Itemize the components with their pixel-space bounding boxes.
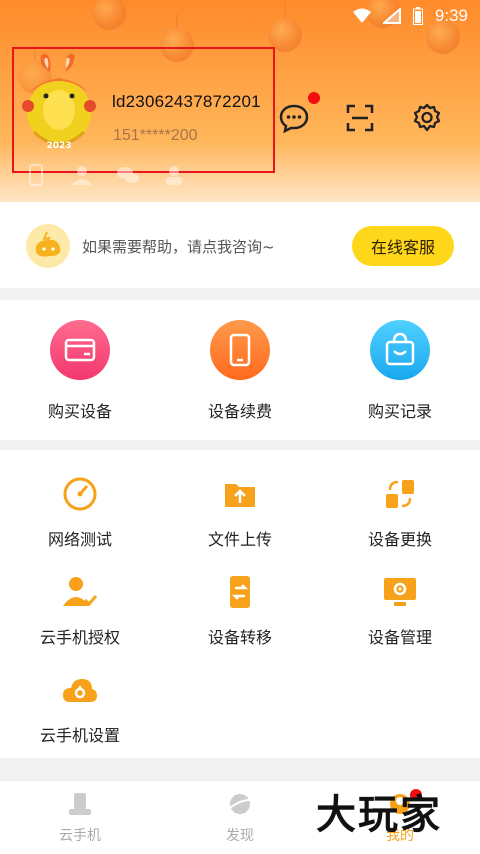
purchase-record-label: 购买记录 — [367, 402, 432, 421]
scan-button[interactable] — [344, 102, 376, 134]
file-upload-item[interactable]: 文件上传 — [160, 476, 320, 550]
cloud-phone-auth-label: 云手机授权 — [39, 628, 120, 647]
device-transfer-item[interactable]: 设备转移 — [160, 574, 320, 648]
cloud-phone-settings-item[interactable]: 云手机设置 — [0, 672, 160, 746]
planet-icon — [227, 791, 253, 817]
renew-device-label: 设备续费 — [207, 402, 272, 421]
monitor-gear-icon — [382, 574, 418, 610]
purchase-section: 购买设备 设备续费 购买记录 — [0, 300, 480, 440]
device-replace-item[interactable]: 设备更换 — [320, 476, 480, 550]
tab-cloud-phone[interactable]: 云手机 — [0, 791, 160, 845]
battery-icon — [412, 7, 423, 25]
user-id: ld23062437872201 — [112, 92, 261, 111]
swap-icon — [382, 476, 418, 512]
network-test-label: 网络测试 — [47, 530, 112, 549]
message-button[interactable] — [278, 102, 310, 134]
speedometer-icon — [62, 476, 98, 512]
avatar[interactable]: 2023 — [20, 52, 98, 152]
device-transfer-label: 设备转移 — [207, 628, 272, 647]
watermark-logo: 大玩家 — [316, 791, 442, 838]
profile-badges — [24, 163, 186, 187]
assistant-icon — [26, 224, 70, 268]
file-upload-label: 文件上传 — [207, 530, 272, 549]
avatar-badge: 2023 — [46, 141, 71, 151]
settings-button[interactable] — [411, 102, 443, 134]
status-bar: 9:39 — [352, 6, 468, 26]
device-replace-label: 设备更换 — [367, 530, 432, 549]
cloud-gear-icon — [62, 672, 98, 708]
status-time: 9:39 — [434, 6, 468, 25]
renew-device-item[interactable]: 设备续费 — [160, 320, 320, 422]
user-check-icon — [62, 574, 98, 610]
chat-bubble-icon — [279, 104, 309, 134]
user-verify-icon[interactable] — [70, 163, 94, 187]
transfer-icon — [222, 574, 258, 610]
device-manage-item[interactable]: 设备管理 — [320, 574, 480, 648]
scan-icon — [346, 104, 374, 132]
tab-discover[interactable]: 发现 — [160, 791, 320, 845]
signal-icon — [382, 8, 401, 24]
bag-icon — [370, 320, 430, 380]
cloud-phone-icon — [67, 791, 93, 817]
wechat-icon[interactable] — [116, 163, 140, 187]
account-icon[interactable] — [162, 163, 186, 187]
profile-header: 9:39 2023 ld23062437872201 151*****200 — [0, 0, 480, 202]
help-text: 如果需要帮助，请点我咨询~ — [82, 238, 275, 256]
phone-bind-icon[interactable] — [24, 163, 48, 187]
buy-device-label: 购买设备 — [47, 402, 112, 421]
network-test-item[interactable]: 网络测试 — [0, 476, 160, 550]
online-service-button[interactable]: 在线客服 — [352, 226, 454, 266]
purchase-record-item[interactable]: 购买记录 — [320, 320, 480, 422]
phone-icon — [210, 320, 270, 380]
card-icon — [50, 320, 110, 380]
message-notification-dot — [308, 92, 320, 104]
section-divider — [0, 768, 480, 780]
cloud-phone-auth-item[interactable]: 云手机授权 — [0, 574, 160, 648]
user-phone: 151*****200 — [113, 127, 198, 144]
upload-folder-icon — [222, 476, 258, 512]
help-bar: 如果需要帮助，请点我咨询~ 在线客服 — [0, 202, 480, 288]
gear-icon — [413, 103, 441, 132]
tab-discover-label: 发现 — [226, 828, 254, 844]
tab-cloud-phone-label: 云手机 — [59, 828, 101, 844]
buy-device-item[interactable]: 购买设备 — [0, 320, 160, 422]
cloud-phone-settings-label: 云手机设置 — [39, 726, 120, 745]
device-manage-label: 设备管理 — [367, 628, 432, 647]
tools-section: 网络测试 文件上传 设备更换 云手机授权 设备转移 设备管理 云手机设置 — [0, 450, 480, 758]
wifi-icon — [352, 8, 371, 24]
